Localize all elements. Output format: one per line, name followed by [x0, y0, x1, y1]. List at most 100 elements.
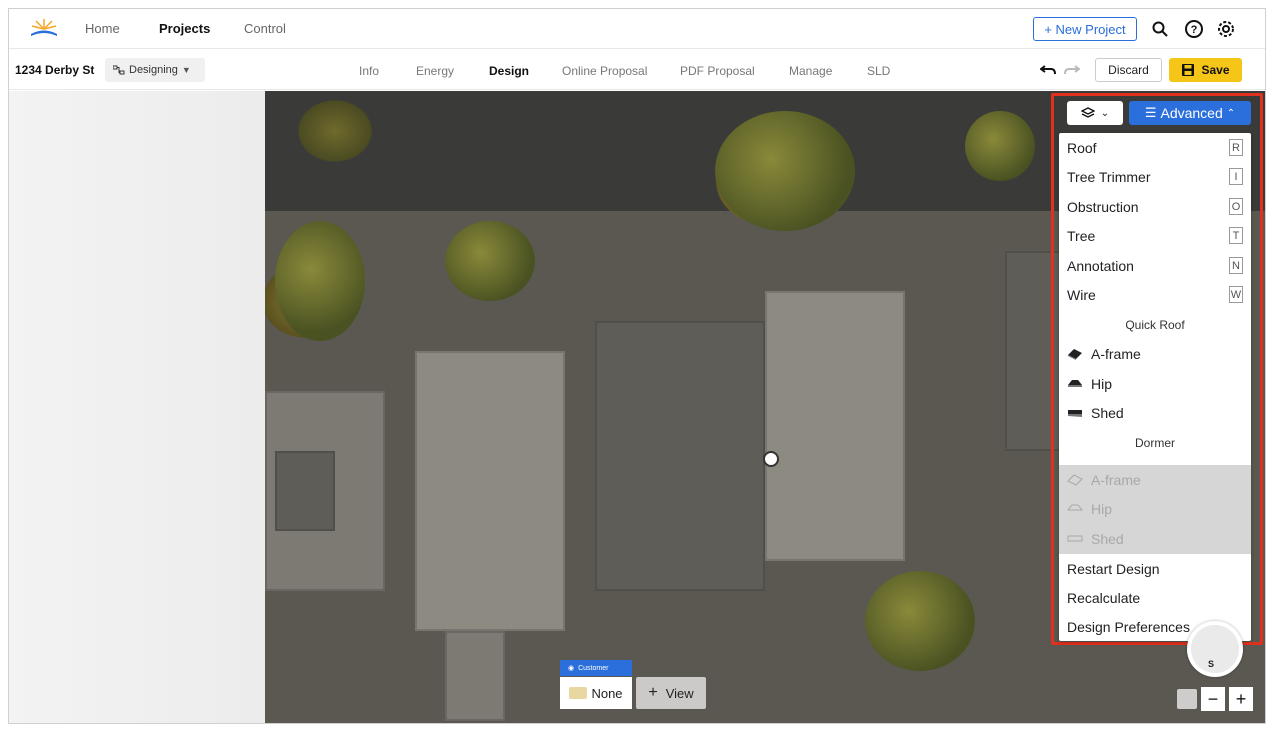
menu-item-label: Shed: [1091, 530, 1124, 547]
menu-item-label: Hip: [1091, 500, 1113, 517]
menu-item-dormer-aframe: A-frame: [1059, 465, 1251, 494]
menu-item-restart-design[interactable]: Restart Design: [1059, 554, 1251, 583]
tab-pdf-proposal[interactable]: PDF Proposal: [680, 64, 755, 78]
flow-icon: [113, 65, 125, 75]
menu-item-quick-shed[interactable]: Shed: [1059, 398, 1251, 427]
add-view-button[interactable]: + View: [636, 677, 706, 709]
eye-icon: ◉: [568, 665, 575, 672]
menu-item-quick-aframe[interactable]: A-frame: [1059, 339, 1251, 368]
roof: [445, 631, 505, 721]
redo-icon[interactable]: [1061, 59, 1083, 81]
tab-energy[interactable]: Energy: [416, 64, 454, 78]
help-icon[interactable]: ?: [1183, 18, 1205, 40]
app-window: Home Projects Control + New Project ? 12…: [8, 8, 1266, 724]
zoom-out-button[interactable]: −: [1201, 687, 1225, 711]
top-nav: Home Projects Control + New Project ?: [9, 9, 1265, 49]
shortcut-key: I: [1229, 168, 1243, 185]
menu-item-obstruction[interactable]: Obstruction O: [1059, 192, 1251, 221]
project-toolbar: 1234 Derby St Designing ▼ Info Energy De…: [9, 50, 1265, 90]
tab-manage[interactable]: Manage: [789, 64, 832, 78]
menu-item-dormer-hip: Hip: [1059, 494, 1251, 523]
compass-control[interactable]: [1187, 621, 1243, 677]
menu-item-wire[interactable]: Wire W: [1059, 280, 1251, 309]
shortcut-key: R: [1229, 139, 1243, 156]
shed-roof-icon: [1067, 406, 1085, 420]
discard-button[interactable]: Discard: [1095, 58, 1162, 82]
dormer-aframe-icon: [1067, 473, 1085, 487]
menu-item-label: Annotation: [1067, 257, 1134, 274]
zoom-controls: − +: [1177, 687, 1257, 711]
tab-info[interactable]: Info: [359, 64, 379, 78]
menu-item-label: Roof: [1067, 139, 1097, 156]
fit-view-icon[interactable]: [1177, 689, 1197, 709]
chevron-up-icon: ⌃: [1226, 107, 1236, 119]
caret-down-icon: ▼: [181, 65, 191, 75]
compass-letter: S: [1208, 659, 1215, 669]
dormer-shed-icon: [1067, 532, 1085, 546]
panel-header: ⌄ ☰ Advanced ⌃: [1067, 101, 1259, 129]
customer-view-selector[interactable]: None: [560, 677, 632, 709]
tab-sld[interactable]: SLD: [867, 64, 890, 78]
chevron-down-icon: ⌄: [1100, 107, 1110, 119]
undo-icon[interactable]: [1037, 59, 1059, 81]
sliders-icon: ☰: [1144, 105, 1157, 120]
save-label: Save: [1201, 63, 1230, 77]
menu-item-tree-trimmer[interactable]: Tree Trimmer I: [1059, 162, 1251, 191]
nav-control[interactable]: Control: [244, 21, 286, 36]
shortcut-key: T: [1229, 227, 1243, 244]
map-thumbnail-icon: [569, 687, 588, 699]
advanced-label: Advanced: [1160, 105, 1223, 121]
nav-projects[interactable]: Projects: [159, 21, 210, 36]
section-heading-dormer: Dormer: [1134, 435, 1175, 450]
customer-view-tag: ◉ Customer: [560, 660, 632, 676]
advanced-toggle-button[interactable]: ☰ Advanced ⌃: [1129, 101, 1251, 125]
customer-view-value: None: [591, 685, 623, 701]
sun-logo-icon[interactable]: [29, 17, 59, 39]
floppy-disk-icon: [1182, 64, 1195, 76]
settings-gear-icon[interactable]: [1215, 18, 1237, 40]
menu-item-label: A-frame: [1091, 471, 1141, 488]
tab-online-proposal[interactable]: Online Proposal: [562, 64, 647, 78]
menu-item-dormer-shed: Shed: [1059, 524, 1251, 553]
layers-icon: [1080, 107, 1095, 118]
menu-item-quick-hip[interactable]: Hip: [1059, 369, 1251, 398]
tree: [715, 111, 855, 231]
nav-home[interactable]: Home: [85, 21, 120, 36]
view-label: View: [665, 685, 694, 701]
shortcut-key: N: [1229, 257, 1243, 274]
menu-item-label: Obstruction: [1067, 198, 1139, 215]
zoom-in-button[interactable]: +: [1229, 687, 1253, 711]
tree: [275, 221, 365, 341]
section-heading-quick-roof: Quick Roof: [1125, 317, 1185, 332]
aframe-roof-icon: [1067, 347, 1085, 361]
menu-item-label: Hip: [1091, 375, 1113, 392]
search-icon[interactable]: [1149, 18, 1171, 40]
status-label: Designing: [129, 64, 178, 76]
tree: [965, 111, 1035, 181]
tab-design[interactable]: Design: [489, 64, 529, 78]
menu-item-annotation[interactable]: Annotation N: [1059, 251, 1251, 280]
save-button[interactable]: Save: [1169, 58, 1242, 82]
tree: [445, 221, 535, 301]
status-dropdown[interactable]: Designing ▼: [105, 58, 205, 82]
roof: [595, 321, 765, 591]
new-project-button[interactable]: + New Project: [1033, 17, 1137, 41]
shortcut-key: W: [1229, 286, 1243, 303]
customer-tag-label: Customer: [578, 664, 609, 672]
menu-item-label: Tree: [1067, 227, 1096, 244]
menu-item-label: A-frame: [1091, 345, 1141, 362]
roof-solar-panels: [275, 451, 335, 531]
shortcut-key: O: [1229, 198, 1243, 215]
tree: [865, 571, 975, 671]
side-panel: [9, 91, 265, 723]
move-crosshair-icon[interactable]: [763, 451, 779, 467]
menu-item-tree[interactable]: Tree T: [1059, 221, 1251, 250]
hip-roof-icon: [1067, 377, 1085, 391]
menu-item-label: Shed: [1091, 404, 1124, 421]
menu-item-recalculate[interactable]: Recalculate: [1059, 583, 1251, 612]
roof: [415, 351, 565, 631]
plus-icon: +: [648, 684, 658, 701]
project-address: 1234 Derby St: [15, 63, 95, 77]
menu-item-roof[interactable]: Roof R: [1059, 133, 1251, 162]
layers-button[interactable]: ⌄: [1067, 101, 1123, 125]
